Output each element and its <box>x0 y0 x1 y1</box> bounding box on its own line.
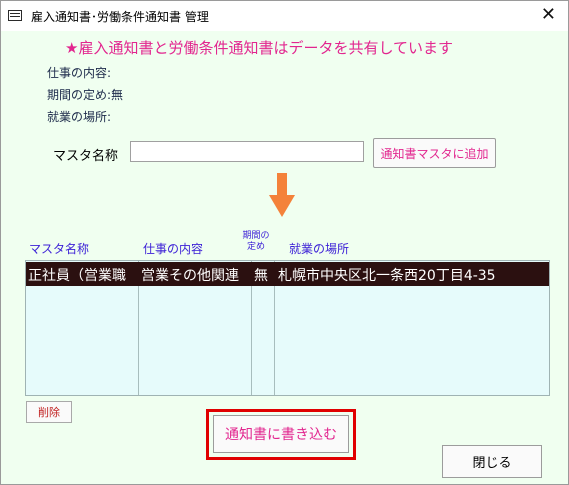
data-shared-notice: ★雇入通知書と労働条件通知書はデータを共有しています <box>65 39 453 57</box>
add-to-master-button[interactable]: 通知書マスタに追加 <box>373 138 496 168</box>
window-title: 雇入通知書･労働条件通知書 管理 <box>31 10 209 24</box>
close-button[interactable]: 閉じる <box>442 445 542 478</box>
cell-job: 営業その他関連 <box>141 268 239 284</box>
work-place-label: 就業の場所: <box>47 110 112 124</box>
employment-period-row: 期間の定め:無 <box>47 86 123 103</box>
down-arrow-icon <box>269 173 295 217</box>
column-header-period: 期間の 定め <box>241 231 271 253</box>
dialog-window: 雇入通知書･労働条件通知書 管理 ✕ ★雇入通知書と労働条件通知書はデータを共有… <box>0 0 569 485</box>
job-content-label: 仕事の内容: <box>47 66 112 80</box>
master-list[interactable]: 正社員（営業職 営業その他関連 無 札幌市中央区北一条西20丁目4-35 <box>25 260 550 396</box>
employment-period-value: 無 <box>111 88 124 102</box>
title-bar: 雇入通知書･労働条件通知書 管理 ✕ <box>1 1 568 31</box>
form-icon <box>8 10 22 21</box>
cell-master-name: 正社員（営業職 <box>28 268 126 284</box>
write-to-notice-button[interactable]: 通知書に書き込む <box>213 415 349 453</box>
master-name-label: マスタ名称 <box>53 149 119 164</box>
column-header-period-line1: 期間の <box>242 231 270 241</box>
cell-period: 無 <box>254 268 268 284</box>
column-header-master-name: マスタ名称 <box>29 242 90 256</box>
column-header-job: 仕事の内容 <box>143 242 204 256</box>
employment-period-label: 期間の定め: <box>47 88 112 102</box>
close-window-icon[interactable]: ✕ <box>541 4 556 25</box>
column-header-period-line2: 定め <box>246 242 265 252</box>
delete-button[interactable]: 削除 <box>26 401 72 423</box>
master-name-input[interactable] <box>130 141 364 162</box>
cell-place: 札幌市中央区北一条西20丁目4-35 <box>278 268 496 284</box>
table-row[interactable]: 正社員（営業職 営業その他関連 無 札幌市中央区北一条西20丁目4-35 <box>26 262 549 286</box>
column-header-place: 就業の場所 <box>289 242 350 256</box>
